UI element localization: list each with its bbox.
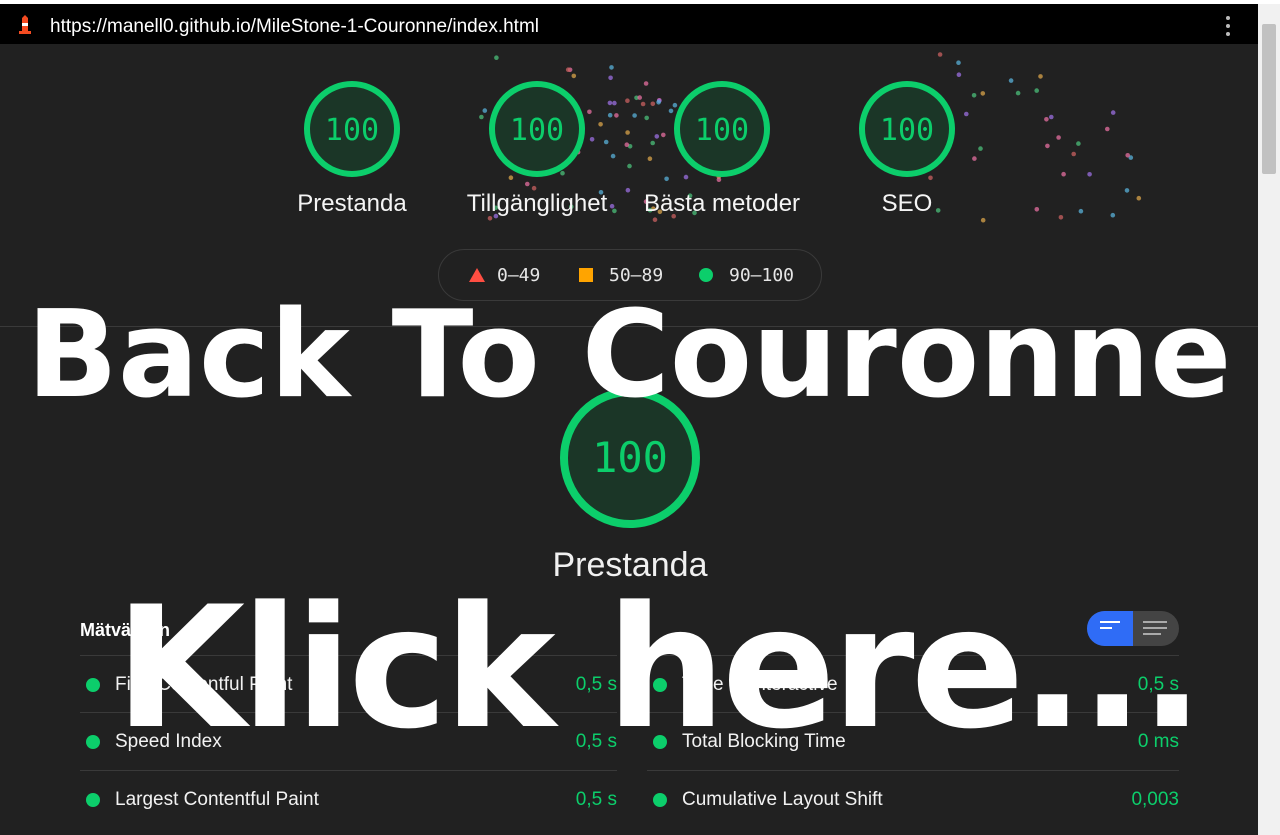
pass-dot-icon (86, 793, 100, 807)
confetti-dot (956, 72, 962, 77)
legend-range-fail: 0–49 (497, 265, 541, 286)
gauge-score: 100 (695, 113, 749, 148)
gauge-score: 100 (510, 113, 564, 148)
url-text[interactable]: https://manell0.github.io/MileStone-1-Co… (50, 16, 539, 38)
gauge-score: 100 (880, 113, 934, 148)
confetti-dot (1061, 171, 1066, 177)
gauge-ring-icon: 100 (859, 81, 955, 177)
score-gauge-accessibility[interactable]: 100 Tillgänglighet (437, 79, 637, 218)
metric-row[interactable]: Cumulative Layout Shift 0,003 (647, 770, 1179, 828)
confetti-dot (1034, 88, 1039, 93)
scrollbar[interactable] (1258, 4, 1280, 835)
confetti-dot (1008, 78, 1014, 83)
confetti-dot (937, 52, 943, 57)
confetti-dot (1056, 135, 1061, 140)
metric-name: Largest Contentful Paint (115, 789, 319, 810)
confetti-dot (1015, 90, 1021, 96)
confetti-dot (1058, 215, 1064, 220)
confetti-dot (1076, 141, 1081, 146)
url-bar[interactable]: https://manell0.github.io/MileStone-1-Co… (0, 4, 1258, 44)
gauge-label: Bästa metoder (643, 190, 801, 217)
confetti-dot (980, 217, 986, 223)
lighthouse-icon (19, 15, 31, 34)
confetti-dot (571, 73, 577, 79)
metric-value: 0,5 s (575, 789, 617, 810)
metric-name: Cumulative Layout Shift (682, 789, 883, 810)
legend-range-average: 50–89 (609, 265, 664, 286)
score-gauge-best-practices[interactable]: 100 Bästa metoder (622, 79, 822, 218)
metric-row[interactable]: Largest Contentful Paint 0,5 s (80, 770, 617, 828)
triangle-icon (469, 268, 485, 282)
klick-here-link[interactable]: Klick here... (0, 584, 1258, 752)
confetti-dot (1045, 143, 1050, 149)
gauge-score: 100 (325, 113, 379, 148)
performance-score: 100 (592, 433, 668, 482)
kebab-menu-icon[interactable] (1220, 16, 1236, 38)
confetti-dot (609, 65, 614, 70)
confetti-dot (1049, 114, 1054, 120)
confetti-dot (1110, 212, 1116, 218)
gauge-label: Prestanda (297, 190, 407, 217)
confetti-dot (494, 55, 499, 60)
gauge-label: Tillgänglighet (466, 190, 608, 217)
gauge-ring-icon: 100 (304, 81, 400, 177)
score-gauge-seo[interactable]: 100 SEO (807, 79, 1007, 218)
gauge-ring-icon: 100 (489, 81, 585, 177)
confetti-dot (1071, 151, 1076, 157)
legend-range-pass: 90–100 (729, 265, 795, 286)
confetti-dot (1124, 188, 1130, 193)
pass-dot-icon (653, 793, 667, 807)
lighthouse-report: 100 Prestanda 100 Tillgänglighet 100 Bäs… (0, 44, 1258, 835)
gauge-ring-icon: 100 (674, 81, 770, 177)
confetti-dot (565, 67, 571, 72)
square-icon (579, 268, 593, 282)
circle-icon (699, 268, 713, 282)
scrollbar-thumb[interactable] (1262, 24, 1276, 174)
back-to-couronne-link[interactable]: Back To Couronne (0, 296, 1258, 416)
confetti-dot (956, 60, 961, 65)
confetti-dot (1110, 110, 1116, 115)
gauge-label: SEO (881, 190, 933, 217)
metric-value: 0,003 (1131, 789, 1179, 810)
confetti-dot (1087, 172, 1092, 177)
confetti-dot (1038, 74, 1043, 79)
score-gauge-performance[interactable]: 100 Prestanda (252, 79, 452, 218)
confetti-dot (1105, 126, 1110, 132)
confetti-dot (652, 217, 658, 222)
confetti-dot (1136, 195, 1142, 201)
confetti-dot (1125, 153, 1130, 158)
confetti-dot (1034, 207, 1040, 212)
confetti-dot (1044, 117, 1049, 122)
confetti-dot (1078, 208, 1084, 214)
